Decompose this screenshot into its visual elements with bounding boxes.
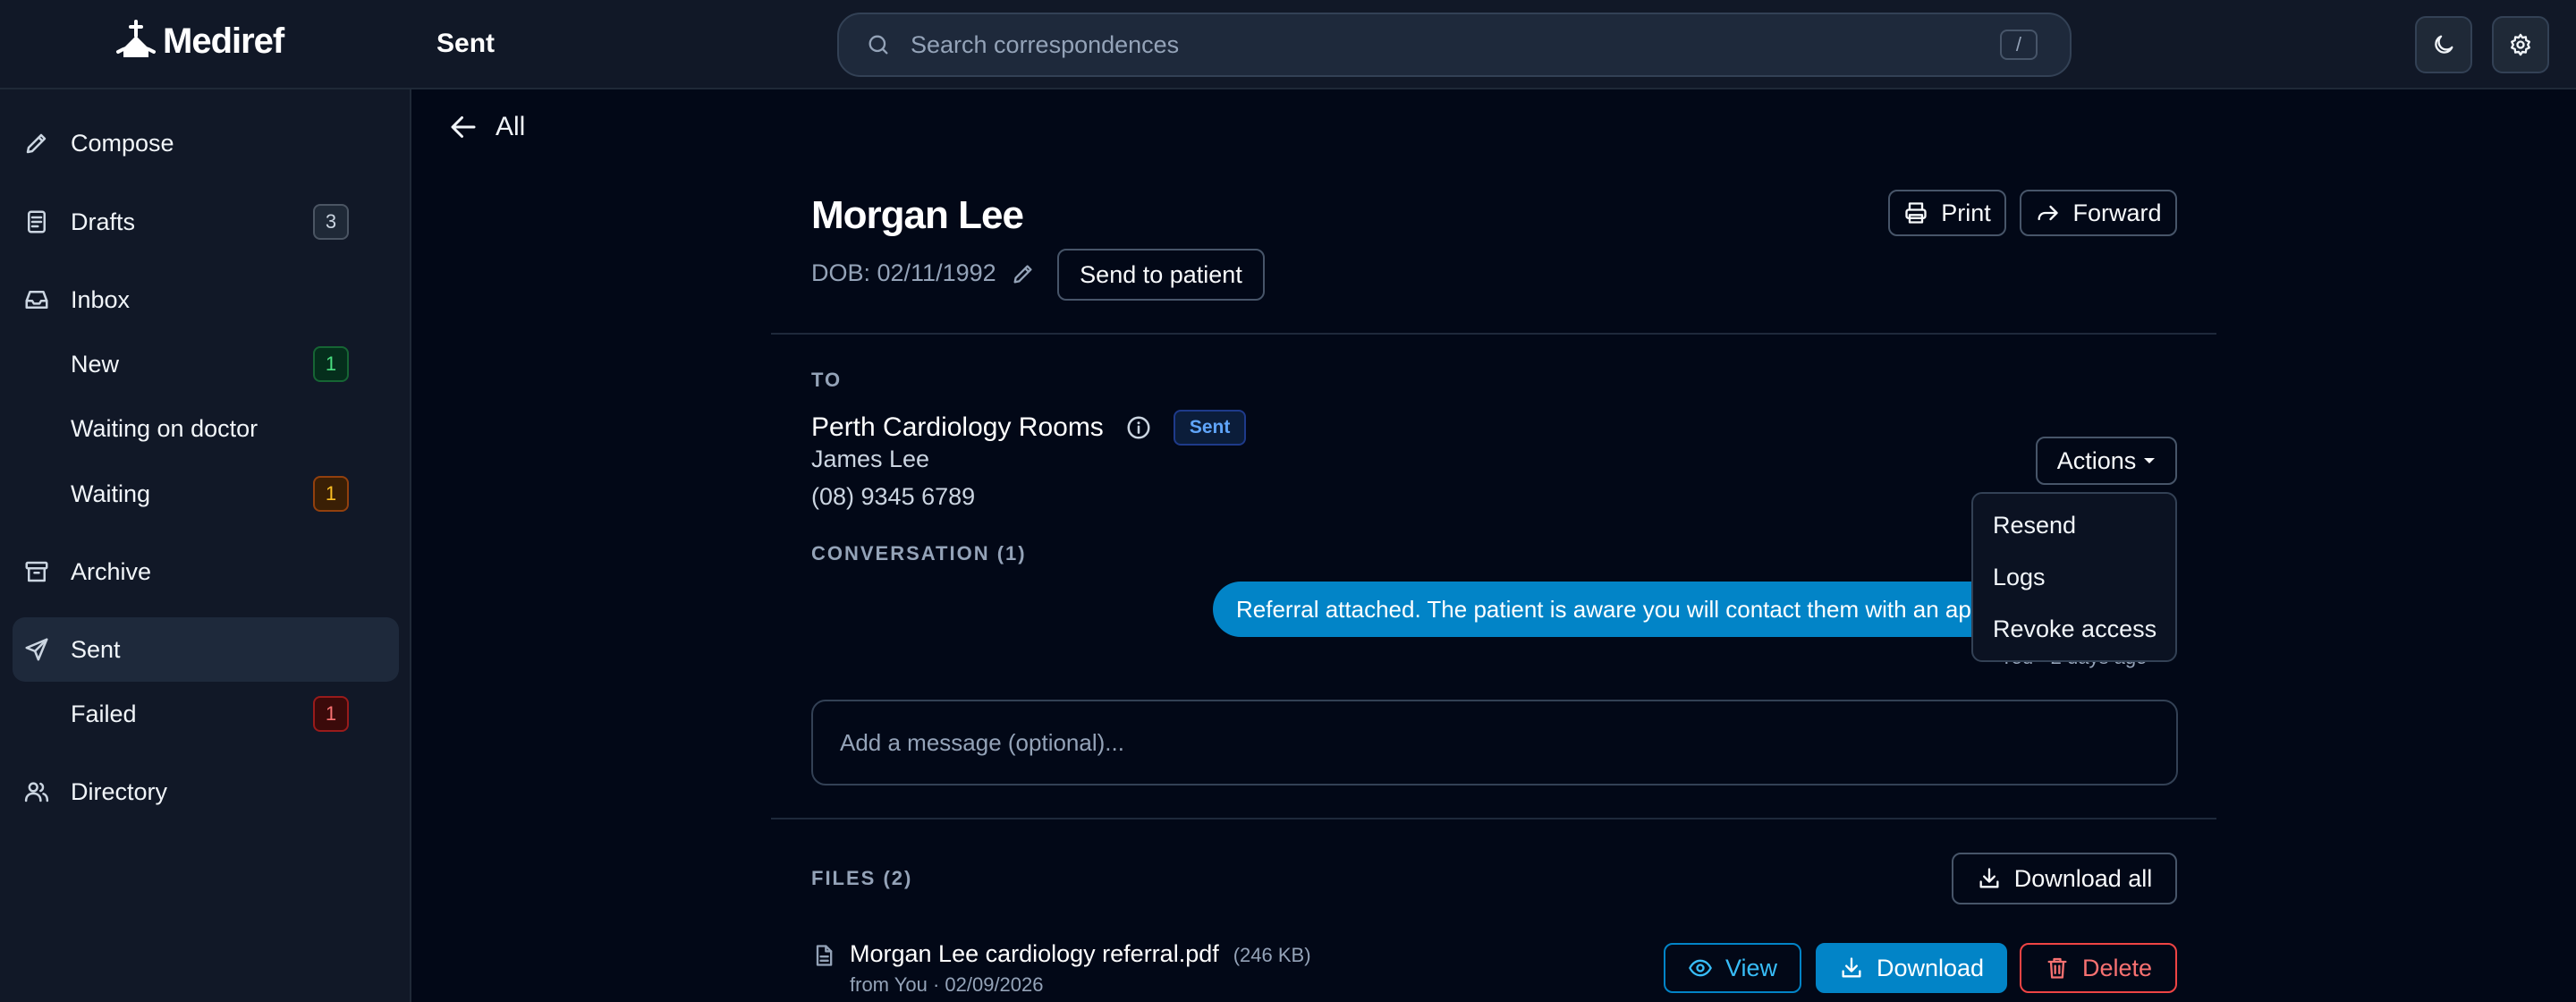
sidebar-item-archive[interactable]: Archive [13, 539, 399, 604]
gear-icon [2508, 32, 2533, 57]
printer-icon [1903, 200, 1928, 225]
to-label: TO [811, 369, 843, 391]
sidebar-item-drafts[interactable]: Drafts 3 [13, 190, 399, 254]
print-label: Print [1941, 199, 1991, 226]
settings-button[interactable] [2492, 16, 2549, 73]
file-icon [811, 942, 836, 969]
download-icon [1977, 866, 2002, 891]
send-to-patient-button[interactable]: Send to patient [1057, 249, 1265, 301]
download-icon [1839, 955, 1864, 981]
back-link[interactable]: All [447, 111, 525, 143]
dob-text: DOB: 02/11/1992 [811, 259, 996, 286]
view-button[interactable]: View [1664, 943, 1801, 993]
moon-icon [2431, 32, 2456, 57]
recipient-phone: (08) 9345 6789 [811, 483, 976, 510]
sidebar-item-label: Waiting on doctor [71, 414, 258, 442]
info-icon[interactable] [1125, 414, 1152, 441]
actions-menu: Resend Logs Revoke access [1971, 492, 2177, 662]
recipient-contact: James Lee [811, 446, 930, 472]
sidebar-item-label: Drafts [71, 208, 136, 235]
file-name[interactable]: Morgan Lee cardiology referral.pdf [850, 940, 1219, 968]
files-label: FILES (2) [811, 867, 913, 889]
status-badge: Sent [1173, 410, 1247, 446]
archive-icon [23, 558, 50, 585]
send-icon [23, 636, 50, 663]
trash-icon [2045, 955, 2070, 981]
search-input[interactable]: Search correspondences [911, 31, 2000, 59]
sidebar-item-new[interactable]: New 1 [13, 332, 399, 396]
search-shortcut: / [1999, 30, 2038, 60]
sidebar-item-label: Compose [71, 129, 174, 157]
sidebar-item-label: New [71, 350, 120, 378]
send-to-patient-label: Send to patient [1080, 260, 1242, 288]
divider [771, 333, 2216, 335]
count-badge: 1 [313, 476, 349, 512]
count-badge: 3 [313, 204, 349, 240]
edit-dob-icon[interactable] [1011, 261, 1036, 286]
caret-down-icon [2143, 456, 2156, 465]
file-size: (246 KB) [1233, 944, 1311, 966]
sidebar: Compose Drafts 3 Inbox New 1 Waiting on … [0, 89, 411, 1002]
search-icon [866, 32, 891, 57]
sidebar-item-label: Archive [71, 557, 152, 585]
app-logo[interactable]: Mediref [114, 18, 284, 64]
divider [771, 818, 2216, 819]
count-badge: 1 [313, 346, 349, 382]
arrow-left-icon [447, 111, 479, 143]
sidebar-item-waiting-on-doctor[interactable]: Waiting on doctor [13, 396, 399, 461]
app-name: Mediref [163, 21, 284, 61]
drafts-icon [23, 208, 50, 235]
delete-button[interactable]: Delete [2020, 943, 2177, 993]
eye-icon [1688, 955, 1713, 981]
actions-label: Actions [2056, 446, 2137, 474]
forward-button[interactable]: Forward [2020, 190, 2177, 236]
sidebar-item-label: Waiting [71, 480, 151, 507]
theme-toggle-button[interactable] [2415, 16, 2472, 73]
count-badge: 1 [313, 696, 349, 732]
top-bar: Mediref Sent Search correspondences / [0, 0, 2576, 89]
patient-dob: DOB: 02/11/1992 [811, 259, 1036, 287]
download-all-label: Download all [2013, 864, 2153, 892]
recipient-header: Perth Cardiology Rooms Sent [811, 410, 1247, 446]
download-all-button[interactable]: Download all [1952, 853, 2177, 904]
page-title: Sent [436, 29, 496, 58]
sidebar-item-label: Directory [71, 777, 168, 805]
patient-name: Morgan Lee [811, 193, 1024, 237]
download-label: Download [1876, 954, 1985, 981]
logo-icon [114, 18, 157, 64]
sidebar-item-label: Failed [71, 700, 137, 727]
delete-label: Delete [2081, 954, 2153, 981]
inbox-icon [23, 286, 50, 313]
message-text: Referral attached. The patient is aware … [1236, 595, 2080, 623]
sidebar-item-inbox[interactable]: Inbox [13, 267, 399, 332]
forward-icon [2035, 200, 2060, 225]
message-input-placeholder: Add a message (optional)... [840, 728, 1124, 756]
sidebar-item-label: Sent [71, 635, 121, 663]
message-input[interactable]: Add a message (optional)... [811, 700, 2178, 785]
file-name-row: Morgan Lee cardiology referral.pdf (246 … [850, 940, 1311, 968]
sidebar-item-failed[interactable]: Failed 1 [13, 682, 399, 746]
sidebar-item-sent[interactable]: Sent [13, 617, 399, 682]
forward-label: Forward [2072, 199, 2162, 226]
conversation-label: CONVERSATION (1) [811, 542, 1027, 565]
menu-item-logs[interactable]: Logs [1993, 564, 2046, 591]
file-meta: from You · 02/09/2026 [850, 973, 1044, 996]
pencil-icon [23, 130, 50, 157]
menu-item-revoke-access[interactable]: Revoke access [1993, 616, 2157, 643]
sidebar-item-compose[interactable]: Compose [13, 111, 399, 175]
back-label: All [496, 112, 526, 141]
actions-button[interactable]: Actions [2036, 437, 2177, 485]
sidebar-item-directory[interactable]: Directory [13, 760, 399, 824]
search-bar[interactable]: Search correspondences / [837, 13, 2072, 77]
view-label: View [1724, 954, 1778, 981]
recipient-name: Perth Cardiology Rooms [811, 412, 1104, 442]
print-button[interactable]: Print [1888, 190, 2006, 236]
menu-item-resend[interactable]: Resend [1993, 512, 2076, 539]
sidebar-item-waiting[interactable]: Waiting 1 [13, 462, 399, 526]
sidebar-item-label: Inbox [71, 285, 131, 313]
download-button[interactable]: Download [1816, 943, 2007, 993]
users-icon [23, 778, 50, 805]
